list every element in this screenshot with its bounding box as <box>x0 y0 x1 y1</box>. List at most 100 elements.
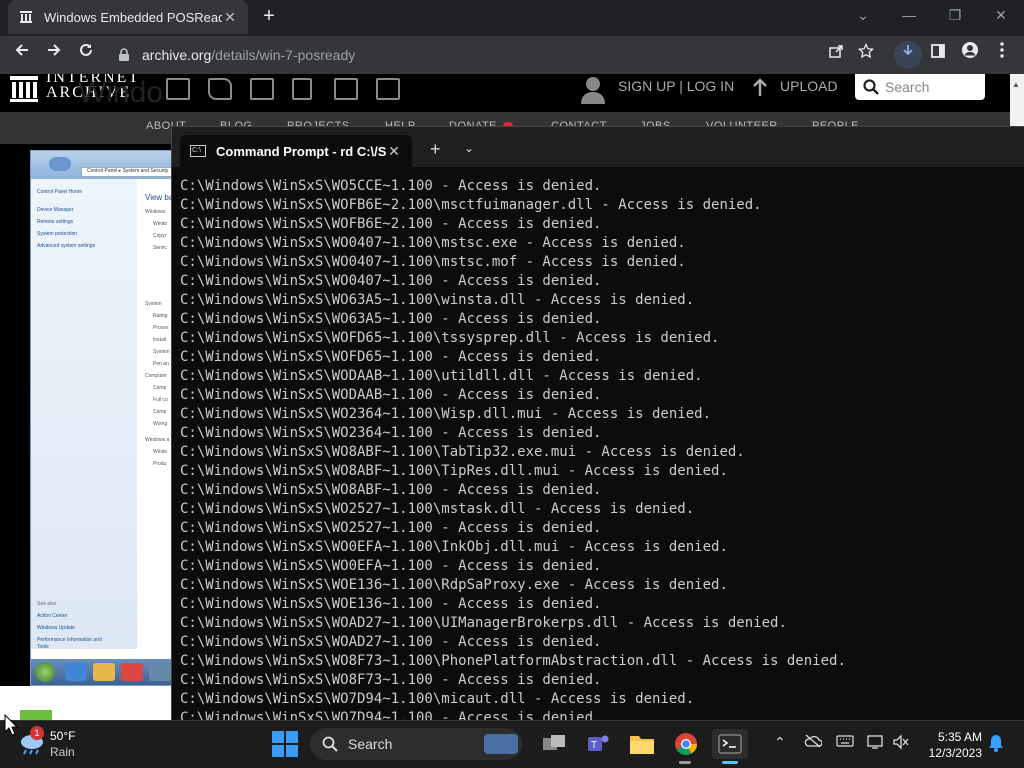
mouse-cursor-icon <box>4 713 19 736</box>
terminal-tab[interactable]: C:\ Command Prompt - rd C:\/S , ✕ <box>180 135 412 167</box>
cmd-icon: C:\ <box>190 145 206 157</box>
keyboard-icon[interactable] <box>836 734 854 750</box>
lock-icon[interactable] <box>118 48 130 67</box>
terminal-tab-close-icon[interactable]: ✕ <box>386 143 402 160</box>
preview-text: Full co <box>153 397 168 403</box>
terminal-line: C:\Windows\WinSxS\WO0EFA~1.100\InkObj.dl… <box>180 539 728 555</box>
terminal-line: C:\Windows\WinSxS\WODAAB~1.100 - Access … <box>180 387 602 403</box>
forward-icon[interactable] <box>40 41 68 69</box>
preview-breadcrumb: Control Panel ▸ System and Security <box>87 168 169 174</box>
signup-login-link[interactable]: SIGN UP | LOG IN <box>618 78 734 94</box>
weather-description[interactable]: Rain <box>50 745 75 759</box>
terminal-window[interactable]: C:\ Command Prompt - rd C:\/S , ✕ + ⌄ C:… <box>171 126 1024 720</box>
preview-see-also-link: Performance Information and <box>37 637 102 643</box>
terminal-line: C:\Windows\WinSxS\WO63A5~1.100 - Access … <box>180 311 602 327</box>
terminal-output[interactable]: C:\Windows\WinSxS\WO5CCE~1.100 - Access … <box>172 167 1024 720</box>
terminal-active-indicator <box>722 761 738 764</box>
upload-link[interactable]: UPLOAD <box>780 78 838 94</box>
task-view-icon[interactable] <box>538 729 570 759</box>
preview-text: System <box>153 349 170 355</box>
taskbar-search[interactable]: Search <box>310 728 522 760</box>
archive-search-input[interactable]: Search <box>855 74 985 100</box>
tray-overflow-chevron-icon[interactable]: ⌃ <box>774 734 786 751</box>
scroll-up-arrow-icon[interactable]: ▲ <box>1012 80 1020 89</box>
volume-muted-icon[interactable] <box>892 734 910 753</box>
archive-logo-icon[interactable] <box>10 76 38 102</box>
user-icon[interactable] <box>580 76 606 104</box>
windows-banner-text: Windo <box>78 76 164 109</box>
terminal-line: C:\Windows\WinSxS\WO2364~1.100\Wisp.dll.… <box>180 406 712 422</box>
tab-close-icon[interactable]: ✕ <box>222 9 238 25</box>
terminal-line: C:\Windows\WinSxS\WO8ABF~1.100\TipRes.dl… <box>180 463 728 479</box>
new-tab-button[interactable]: + <box>256 4 282 30</box>
back-icon[interactable] <box>8 41 36 69</box>
preview-app-icon <box>149 663 171 681</box>
profile-avatar-icon[interactable] <box>956 41 984 69</box>
preview-text: Install <box>153 337 167 343</box>
preview-text: Comp <box>153 409 167 415</box>
terminal-line: C:\Windows\WinSxS\WO8F73~1.100 - Access … <box>180 672 602 688</box>
terminal-new-tab-button[interactable]: + <box>430 139 441 160</box>
terminal-line: C:\Windows\WinSxS\WO0407~1.100\mstsc.mof… <box>180 254 686 270</box>
preview-sidebar-link: Advanced system settings <box>37 243 96 249</box>
share-icon[interactable] <box>822 41 850 69</box>
texts-icon[interactable] <box>208 78 232 100</box>
windows-flag-icon <box>20 710 52 720</box>
audio-icon[interactable] <box>292 78 312 100</box>
terminal-line: C:\Windows\WinSxS\WO0EFA~1.100 - Access … <box>180 558 602 574</box>
terminal-line: C:\Windows\WinSxS\WO8ABF~1.100\TabTip32.… <box>180 444 745 460</box>
terminal-line: C:\Windows\WinSxS\WO2527~1.100\mstask.dl… <box>180 501 695 517</box>
taskbar-search-label: Search <box>348 736 393 752</box>
preview-sidebar-title: Control Panel Home <box>37 189 83 195</box>
preview-text: Windo <box>153 449 168 455</box>
upload-icon[interactable] <box>752 78 768 103</box>
clock-time[interactable]: 5:35 AM <box>930 730 982 744</box>
notification-bell-icon[interactable] <box>988 734 1004 756</box>
start-windows-icon[interactable] <box>272 731 298 757</box>
weather-temperature[interactable]: 50°F <box>50 729 75 743</box>
terminal-line: C:\Windows\WinSxS\WO2364~1.100 - Access … <box>180 425 602 441</box>
tab-title: Windows Embedded POSReady <box>44 9 222 25</box>
network-icon[interactable] <box>866 734 886 753</box>
web-icon[interactable] <box>166 78 190 100</box>
clock-date[interactable]: 12/3/2023 <box>920 746 982 760</box>
restore-button[interactable]: ❐ <box>932 0 978 30</box>
preview-sidebar-link: Remote settings <box>37 219 74 225</box>
terminal-line: C:\Windows\WinSxS\WO2527~1.100 - Access … <box>180 520 602 536</box>
tab-search-icon[interactable]: ⌄ <box>840 0 886 30</box>
minimize-button[interactable]: — <box>886 0 932 30</box>
preview-text: Produ <box>153 461 167 467</box>
weather-alert-badge: 1 <box>30 726 44 740</box>
chrome-running-indicator <box>679 761 691 764</box>
video-icon[interactable] <box>250 78 274 100</box>
bookmark-star-icon[interactable] <box>852 41 880 69</box>
file-explorer-icon[interactable] <box>626 729 658 759</box>
url-text[interactable]: archive.org/details/win-7-posready <box>142 47 355 63</box>
archive-favicon-icon <box>18 9 34 25</box>
item-screenshot-preview[interactable]: Control Panel ▸ System and Security Cont… <box>30 150 175 686</box>
images-icon[interactable] <box>376 78 400 100</box>
terminal-dropdown-icon[interactable]: ⌄ <box>464 141 474 155</box>
side-panel-icon[interactable] <box>924 41 952 69</box>
search-placeholder: Search <box>885 79 930 95</box>
reload-icon[interactable] <box>72 41 100 69</box>
onedrive-offline-icon[interactable] <box>804 734 823 751</box>
download-icon[interactable] <box>894 41 922 69</box>
close-window-button[interactable]: ✕ <box>978 0 1024 30</box>
chrome-icon[interactable] <box>670 729 702 759</box>
preview-see-also-link: Windows Update <box>37 625 75 631</box>
terminal-taskbar-icon[interactable] <box>712 729 748 759</box>
terminal-line: C:\Windows\WinSxS\WO5CCE~1.100 - Access … <box>180 178 602 194</box>
browser-menu-icon[interactable] <box>988 41 1016 69</box>
teams-icon[interactable]: T <box>582 729 614 759</box>
preview-folder-icon <box>93 663 115 681</box>
software-icon[interactable] <box>334 78 358 100</box>
terminal-line: C:\Windows\WinSxS\WO0407~1.100 - Access … <box>180 273 602 289</box>
preview-text: Windo <box>153 221 168 227</box>
terminal-line: C:\Windows\WinSxS\WO8F73~1.100\PhonePlat… <box>180 653 846 669</box>
terminal-tab-title: Command Prompt - rd C:\/S , <box>216 143 386 159</box>
preview-start-orb-icon <box>35 662 55 682</box>
preview-text: Comp <box>153 385 167 391</box>
browser-tab[interactable]: Windows Embedded POSReady ✕ <box>8 0 248 34</box>
terminal-line: C:\Windows\WinSxS\WO8ABF~1.100 - Access … <box>180 482 602 498</box>
